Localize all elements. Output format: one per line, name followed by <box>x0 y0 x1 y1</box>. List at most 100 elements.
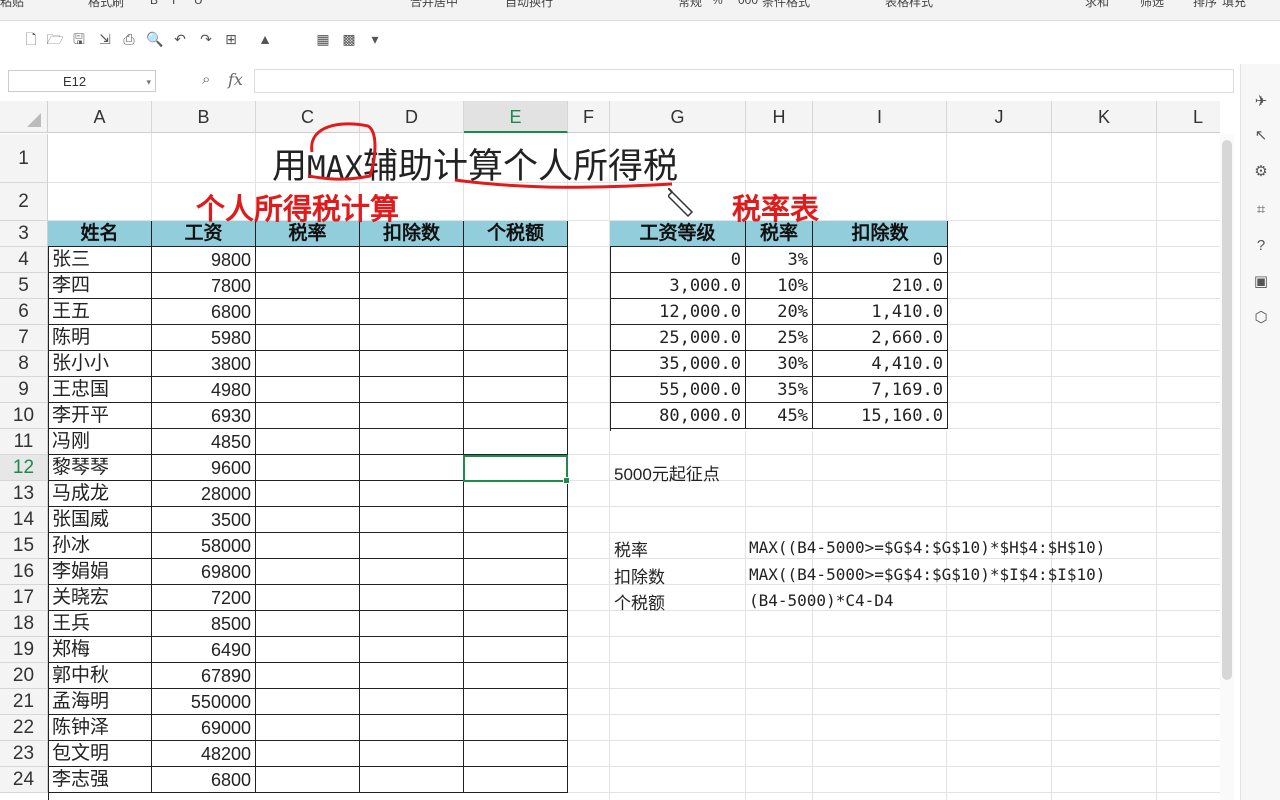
row-header-2[interactable]: 2 <box>0 183 48 221</box>
empty-cell[interactable] <box>360 429 464 455</box>
row-header-19[interactable]: 19 <box>0 637 48 663</box>
chevron-down-icon[interactable]: ▾ <box>146 71 151 93</box>
employee-name[interactable]: 孙冰 <box>48 533 152 559</box>
employee-name[interactable]: 冯刚 <box>48 429 152 455</box>
border-icon[interactable]: ⊞ <box>222 30 240 48</box>
empty-cell[interactable] <box>256 247 360 273</box>
shield-icon[interactable]: ⬡ <box>1251 308 1271 328</box>
empty-cell[interactable] <box>256 273 360 299</box>
empty-cell[interactable] <box>360 663 464 689</box>
help-icon[interactable]: ? <box>1251 236 1271 256</box>
ribbon-item[interactable]: 表格样式 <box>885 0 933 10</box>
empty-cell[interactable] <box>360 637 464 663</box>
empty-cell[interactable] <box>256 481 360 507</box>
row-header-13[interactable]: 13 <box>0 481 48 507</box>
rate-table-cell[interactable]: 15,160.0 <box>813 403 948 429</box>
row-header-14[interactable]: 14 <box>0 507 48 533</box>
row-header-6[interactable]: 6 <box>0 299 48 325</box>
empty-cell[interactable] <box>256 403 360 429</box>
employee-name[interactable]: 李志强 <box>48 767 152 793</box>
empty-cell[interactable] <box>256 663 360 689</box>
employee-salary[interactable]: 28000 <box>152 481 256 507</box>
row-header-3[interactable]: 3 <box>0 221 48 247</box>
scrollbar-thumb[interactable] <box>1222 140 1232 680</box>
column-header-h[interactable]: H <box>746 101 813 133</box>
empty-cell[interactable] <box>464 559 568 585</box>
fill-color-icon[interactable]: ▲ <box>256 30 274 48</box>
select-all-corner[interactable] <box>0 101 48 133</box>
employee-name[interactable]: 王兵 <box>48 611 152 637</box>
empty-cell[interactable] <box>464 351 568 377</box>
empty-cell[interactable] <box>464 299 568 325</box>
empty-cell[interactable] <box>360 689 464 715</box>
employee-salary[interactable]: 7200 <box>152 585 256 611</box>
empty-cell[interactable] <box>464 377 568 403</box>
row-header-9[interactable]: 9 <box>0 377 48 403</box>
employee-name[interactable]: 孟海明 <box>48 689 152 715</box>
row-header-24[interactable]: 24 <box>0 767 48 793</box>
employee-salary[interactable]: 9800 <box>152 247 256 273</box>
left-table-header[interactable]: 姓名 <box>48 221 152 247</box>
row-header-17[interactable]: 17 <box>0 585 48 611</box>
empty-cell[interactable] <box>256 455 360 481</box>
rate-table-header[interactable]: 扣除数 <box>813 221 948 247</box>
column-header-i[interactable]: I <box>813 101 947 133</box>
row-header-8[interactable]: 8 <box>0 351 48 377</box>
ribbon-item[interactable]: U <box>194 0 203 7</box>
rate-table-cell[interactable]: 25,000.0 <box>610 325 746 351</box>
empty-cell[interactable] <box>464 403 568 429</box>
empty-cell[interactable] <box>360 507 464 533</box>
zoom-search-icon[interactable]: ⌕ <box>202 71 210 88</box>
rate-table-cell[interactable]: 30% <box>746 351 813 377</box>
empty-cell[interactable] <box>464 689 568 715</box>
row-header-12[interactable]: 12 <box>0 455 48 481</box>
empty-cell[interactable] <box>360 481 464 507</box>
employee-salary[interactable]: 6930 <box>152 403 256 429</box>
employee-name[interactable]: 黎琴琴 <box>48 455 152 481</box>
ribbon-item[interactable]: I <box>172 0 175 7</box>
rate-table-cell[interactable]: 0 <box>813 247 948 273</box>
ribbon-item[interactable]: 条件格式 <box>762 0 810 10</box>
ribbon-item[interactable]: % <box>712 0 723 7</box>
employee-name[interactable]: 李娟娟 <box>48 559 152 585</box>
formula-input[interactable] <box>254 69 1234 93</box>
empty-cell[interactable] <box>256 767 360 793</box>
empty-cell[interactable] <box>360 767 464 793</box>
employee-salary[interactable]: 7800 <box>152 273 256 299</box>
undo-icon[interactable]: ↶ <box>171 30 189 48</box>
ribbon-item[interactable]: 排序 <box>1193 0 1217 10</box>
empty-cell[interactable] <box>256 377 360 403</box>
ribbon-item[interactable]: 自动换行 <box>505 0 553 10</box>
employee-salary[interactable]: 3800 <box>152 351 256 377</box>
employee-name[interactable]: 李开平 <box>48 403 152 429</box>
ribbon-item[interactable]: 求和 <box>1085 0 1109 10</box>
empty-cell[interactable] <box>360 559 464 585</box>
employee-name[interactable]: 郑梅 <box>48 637 152 663</box>
settings-sliders-icon[interactable]: ⚙ <box>1251 162 1271 182</box>
employee-salary[interactable]: 8500 <box>152 611 256 637</box>
rate-table-header[interactable]: 工资等级 <box>610 221 746 247</box>
employee-salary[interactable]: 6800 <box>152 767 256 793</box>
empty-cell[interactable] <box>256 299 360 325</box>
empty-cell[interactable] <box>464 247 568 273</box>
rate-table-cell[interactable]: 35,000.0 <box>610 351 746 377</box>
empty-cell[interactable] <box>360 299 464 325</box>
open-folder-icon[interactable]: 🗁 <box>46 30 64 48</box>
more-icon[interactable]: ▾ <box>366 30 384 48</box>
empty-cell[interactable] <box>360 741 464 767</box>
row-header-22[interactable]: 22 <box>0 715 48 741</box>
empty-cell[interactable] <box>464 429 568 455</box>
rate-table-cell[interactable]: 0 <box>610 247 746 273</box>
empty-cell[interactable] <box>256 611 360 637</box>
row-header-18[interactable]: 18 <box>0 611 48 637</box>
empty-cell[interactable] <box>464 533 568 559</box>
rate-table-cell[interactable]: 55,000.0 <box>610 377 746 403</box>
employee-name[interactable]: 包文明 <box>48 741 152 767</box>
empty-cell[interactable] <box>256 325 360 351</box>
row-header-21[interactable]: 21 <box>0 689 48 715</box>
employee-salary[interactable]: 4980 <box>152 377 256 403</box>
rate-table-cell[interactable]: 35% <box>746 377 813 403</box>
rate-table-cell[interactable]: 1,410.0 <box>813 299 948 325</box>
employee-name[interactable]: 张国威 <box>48 507 152 533</box>
empty-cell[interactable] <box>464 611 568 637</box>
